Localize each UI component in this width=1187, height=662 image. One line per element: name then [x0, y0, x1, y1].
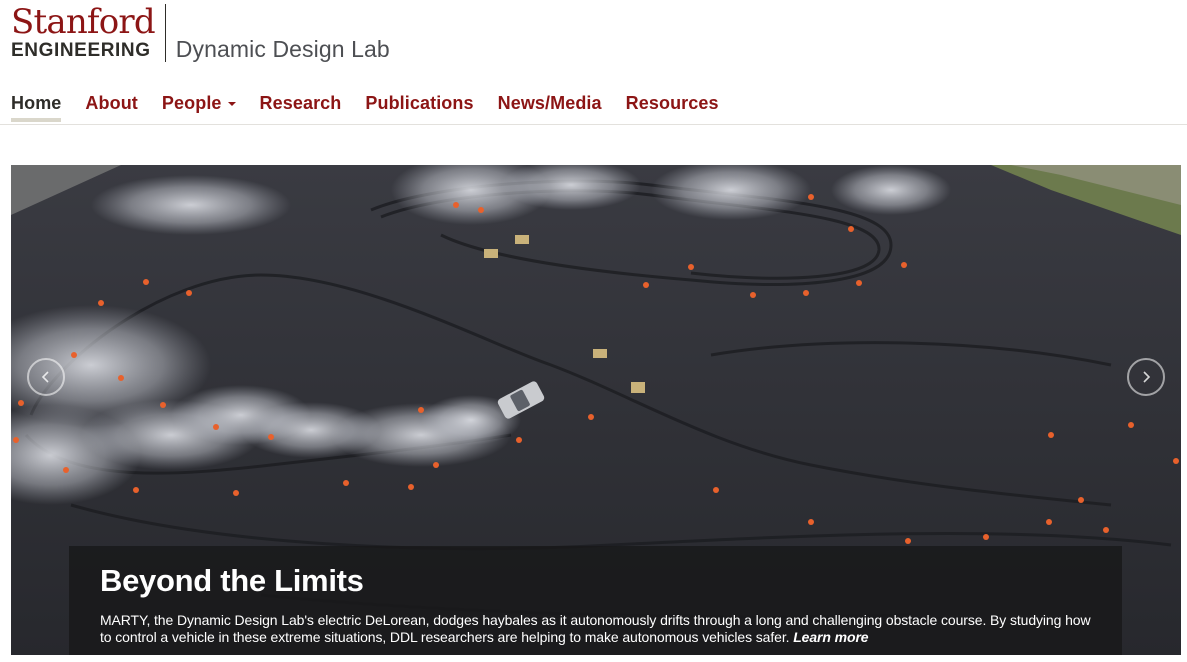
slide-title: Beyond the Limits	[100, 563, 364, 598]
nav-item-label: News/Media	[497, 93, 602, 113]
hero-carousel: Beyond the Limits MARTY, the Dynamic Des…	[11, 165, 1181, 655]
brand-divider	[164, 4, 166, 62]
nav-item-label: Research	[259, 93, 342, 113]
logo-engineering-wordmark: ENGINEERING	[11, 40, 151, 61]
nav-item-label: Publications	[365, 93, 474, 113]
logo-stanford-wordmark: Stanford	[11, 2, 156, 42]
nav-item-about[interactable]: About	[85, 88, 137, 122]
carousel-prev-button[interactable]	[27, 358, 65, 396]
site-name-link[interactable]: Dynamic Design Lab	[176, 38, 390, 66]
chevron-left-icon	[41, 371, 49, 383]
nav-item-research[interactable]: Research	[260, 88, 342, 122]
slide-caption: Beyond the Limits MARTY, the Dynamic Des…	[69, 546, 1122, 655]
stanford-engineering-logo[interactable]: Stanford ENGINEERING	[11, 2, 156, 66]
nav-item-home[interactable]: Home	[11, 88, 62, 122]
chevron-right-icon	[1143, 371, 1151, 383]
nav-item-publications[interactable]: Publications	[365, 88, 473, 122]
nav-item-news-media[interactable]: News/Media	[498, 88, 602, 122]
main-navigation: Home About People Research Publications …	[11, 88, 743, 124]
nav-divider	[0, 124, 1187, 125]
learn-more-link[interactable]: Learn more	[793, 629, 868, 645]
slide-description-text: MARTY, the Dynamic Design Lab's electric…	[100, 612, 1091, 645]
nav-item-label: People	[161, 93, 222, 113]
nav-item-label: Resources	[625, 93, 719, 113]
nav-item-label: Home	[11, 93, 62, 113]
carousel-next-button[interactable]	[1127, 358, 1165, 396]
nav-item-label: About	[85, 93, 138, 113]
caret-down-icon	[227, 102, 236, 106]
slide-description: MARTY, the Dynamic Design Lab's electric…	[100, 612, 1092, 646]
nav-item-people[interactable]: People	[162, 88, 236, 122]
brand-lockup[interactable]: Stanford ENGINEERING Dynamic Design Lab	[11, 4, 390, 66]
nav-item-resources[interactable]: Resources	[626, 88, 719, 122]
